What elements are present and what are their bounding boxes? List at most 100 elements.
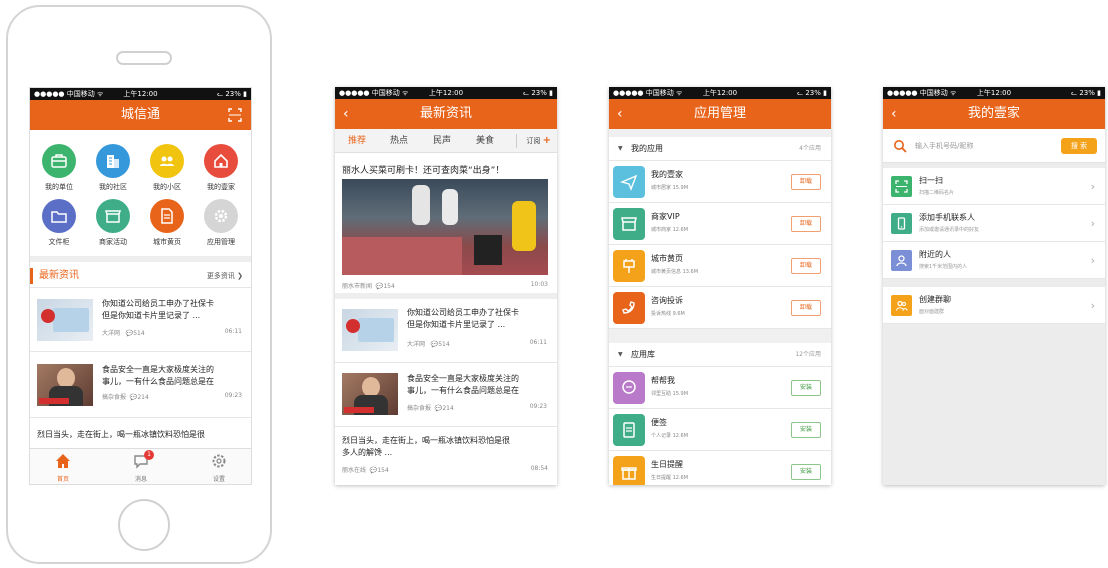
showcase-canvas: ●●●●● 中国移动 ᯤ 上午12:00 ᓚ 23% ▮ 城信通 我的单位 我的… [0, 0, 1108, 568]
news-thumbnail [342, 373, 398, 415]
section-count: 12个应用 [795, 351, 821, 358]
app-row[interactable]: 帮帮我 邻里互助 15.9M 安装 [609, 367, 831, 409]
subscribe-label: 订阅 [526, 137, 541, 145]
briefcase-icon [51, 154, 67, 168]
unread-badge: 1 [144, 450, 154, 460]
grid-item-yellowpages[interactable]: 城市黄页 [140, 199, 194, 247]
app-icon-bg [613, 414, 645, 446]
news-time: 06:11 [529, 339, 547, 346]
menu-row-add-contact[interactable]: 添加手机联系人 添加或邀请通讯录中的好友 › [883, 205, 1105, 242]
news-title-line: 你知道公司给员工申办了社保卡 [407, 308, 519, 317]
comment-count: 514 [133, 330, 145, 337]
uninstall-button[interactable]: 卸载 [791, 258, 821, 274]
news-time: 09:23 [529, 403, 547, 410]
battery: ᓚ 23% ▮ [523, 89, 553, 97]
news-time: 06:11 [224, 328, 242, 335]
headline[interactable]: 丽水人买菜可刷卡！还可查肉菜“出身”！ [342, 163, 504, 176]
grid-icon-bg [204, 199, 238, 233]
app-row[interactable]: 咨询投诉 投诉热线 9.6M 卸载 [609, 287, 831, 329]
search-input[interactable]: 输入手机号码/昵称 [915, 129, 973, 163]
tab-voice[interactable]: 民声 [433, 129, 451, 153]
app-row[interactable]: 我的壹家 城市居家 15.9M 卸载 [609, 161, 831, 203]
install-button[interactable]: 安装 [791, 422, 821, 438]
grid-item-merchant[interactable]: 商家活动 [86, 199, 140, 247]
people-icon [160, 156, 174, 166]
tab-food[interactable]: 美食 [476, 129, 494, 153]
app-name: 我的壹家 [651, 170, 683, 179]
tab-settings[interactable]: 设置 [194, 452, 244, 483]
uninstall-button[interactable]: 卸载 [791, 174, 821, 190]
home-screen: ●●●●● 中国移动 ᯤ 上午12:00 ᓚ 23% ▮ 城信通 我的单位 我的… [29, 87, 252, 485]
battery: ᓚ 23% ▮ [797, 89, 827, 97]
chevron-right-icon: › [1090, 217, 1095, 230]
tab-recommend[interactable]: 推荐 [348, 129, 366, 153]
gift-icon [621, 467, 637, 480]
page-title: 最新资讯 [419, 106, 472, 121]
caption-tag-graphic [344, 407, 374, 413]
news-section-header: 最新资讯 更多资讯 ❯ [30, 264, 251, 288]
menu-row-create-group[interactable]: 创建群聊 面对面建群 › [883, 287, 1105, 324]
headline-photo[interactable] [342, 179, 548, 275]
app-row[interactable]: 便签 个人记录 12.6M 安装 [609, 409, 831, 451]
grid-item-app-manage[interactable]: 应用管理 [194, 199, 248, 247]
news-title: 烈日当头，走在街上，喝一瓶冰镇饮料恐怕是很 多人的解馋 ... [342, 435, 548, 459]
scan-icon[interactable] [228, 108, 242, 122]
news-item[interactable]: 食品安全一直是大家极度关注的 事儿，一有什么食品问题总是在 搞杂食报 💬214 09… [30, 352, 251, 418]
app-row[interactable]: 商家VIP 城市商家 12.6M 卸载 [609, 203, 831, 245]
chevron-right-icon: › [1090, 180, 1095, 193]
app-desc: 生日提醒 12.6M [651, 475, 689, 481]
app-row[interactable]: 城市黄页 城市黄页信息 13.6M 卸载 [609, 245, 831, 287]
news-item[interactable]: 食品安全一直是大家极度关注的 事儿，一有什么食品问题总是在 搞杂食报 💬214 09… [335, 363, 557, 427]
app-icon-bg [613, 456, 645, 485]
building-icon [107, 155, 119, 168]
uninstall-button[interactable]: 卸载 [791, 216, 821, 232]
news-title: 食品安全一直是大家极度关注的 事儿，一有什么食品问题总是在 [407, 373, 519, 397]
search-bar: 输入手机号码/昵称 搜 索 [883, 129, 1105, 163]
app-desc: 邻里互助 15.9M [651, 391, 689, 397]
tab-hot[interactable]: 热点 [390, 129, 408, 153]
subscribe-button[interactable]: 订阅 + [526, 129, 551, 153]
grid-item-neighborhood[interactable]: 我的小区 [140, 144, 194, 192]
card-reader-graphic [474, 235, 502, 265]
page-title: 我的壹家 [967, 106, 1020, 121]
grid-label: 我的壹家 [207, 183, 235, 191]
collapse-icon: ▼ [618, 145, 623, 152]
grid-item-unit[interactable]: 我的单位 [32, 144, 86, 192]
news-item[interactable]: 你知道公司给员工申办了社保卡 但是你知道卡片里记录了 ... 大洋网 💬514 06… [335, 299, 557, 363]
install-button[interactable]: 安装 [791, 380, 821, 396]
search-button[interactable]: 搜 索 [1061, 138, 1097, 154]
tab-home[interactable]: 首页 [38, 452, 88, 483]
status-bar: ●●●●● 中国移动 ᯤ 上午12:00 ᓚ 23% ▮ [335, 87, 557, 99]
news-screen: ●●●●● 中国移动 ᯤ 上午12:00 ᓚ 23% ▮ ‹ 最新资讯 推荐 热… [335, 87, 557, 485]
my-apps-header[interactable]: ▼ 我的应用 4个应用 [609, 137, 831, 161]
news-item[interactable]: 你知道公司给员工申办了社保卡 但是你知道卡片里记录了 ... 大洋网 💬514 06… [30, 288, 251, 352]
menu-row-scan[interactable]: 扫一扫 扫描二维码名片 › [883, 168, 1105, 205]
grid-icon-bg [150, 199, 184, 233]
news-item[interactable]: 烈日当头，走在街上，喝一瓶冰镇饮料恐怕是很 [30, 418, 251, 450]
search-icon [894, 140, 907, 153]
collapse-icon: ▼ [618, 351, 623, 358]
grid-item-files[interactable]: 文件柜 [32, 199, 86, 247]
news-item[interactable]: 烈日当头，走在街上，喝一瓶冰镇饮料恐怕是很 多人的解馋 ... 丽水在线 💬154… [335, 427, 557, 485]
grid-item-home[interactable]: 我的壹家 [194, 144, 248, 192]
uninstall-button[interactable]: 卸载 [791, 300, 821, 316]
install-button[interactable]: 安装 [791, 464, 821, 480]
app-row[interactable]: 生日提醒 生日提醒 12.6M 安装 [609, 451, 831, 485]
tab-label: 设置 [212, 476, 225, 483]
my-home-screen: ●●●●● 中国移动 ᯤ 上午12:00 ᓚ 23% ▮ ‹ 我的壹家 输入手机… [883, 87, 1105, 485]
page-title: 城信通 [120, 107, 160, 122]
grid-item-community[interactable]: 我的社区 [86, 144, 140, 192]
phone-home-button[interactable] [118, 499, 170, 551]
tab-messages[interactable]: 1 消息 [116, 450, 166, 483]
news-title-line: 你知道公司给员工申办了社保卡 [102, 299, 214, 308]
app-library-header[interactable]: ▼ 应用库 12个应用 [609, 343, 831, 367]
menu-icon-bg [891, 250, 912, 271]
more-news-link[interactable]: 更多资讯 ❯ [207, 264, 243, 288]
tab-label: 首页 [56, 476, 69, 483]
person-head-graphic [57, 368, 75, 388]
news-title: 你知道公司给员工申办了社保卡 但是你知道卡片里记录了 ... [102, 298, 214, 322]
grid-icon-bg [204, 144, 238, 178]
folder-icon [51, 211, 67, 223]
news-thumbnail [37, 364, 93, 406]
menu-row-nearby[interactable]: 附近的人 搜索1千米范围内的人 › [883, 242, 1105, 279]
